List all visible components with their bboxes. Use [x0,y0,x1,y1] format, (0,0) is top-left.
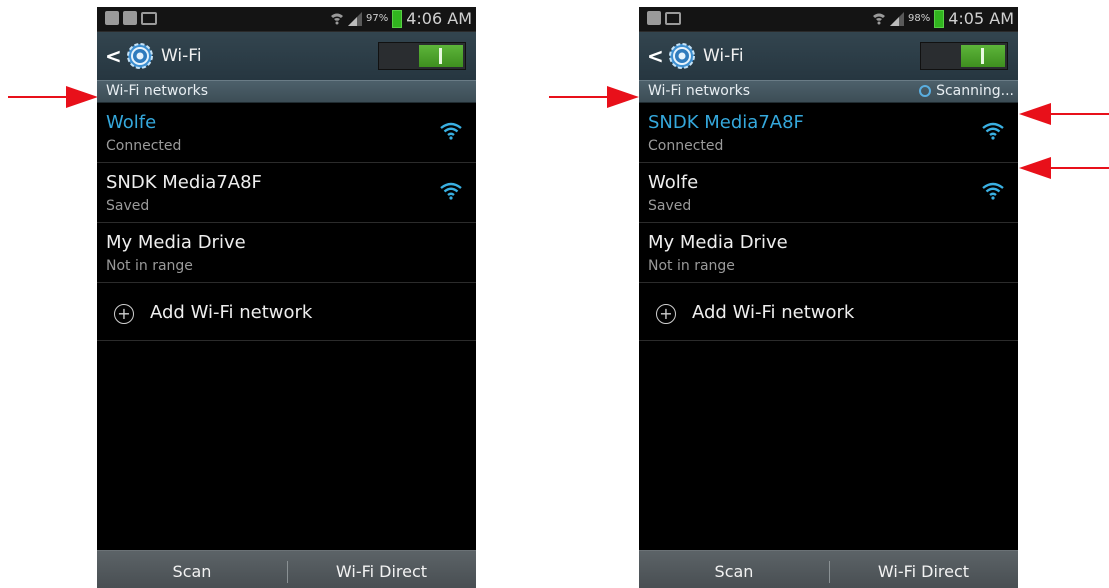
bottom-bar: Scan Wi-Fi Direct [97,550,476,588]
add-network-label: Add Wi-Fi network [692,302,855,323]
status-time: 4:06 AM [406,9,472,28]
battery-percentage: 98% [908,13,931,24]
section-label: Wi-Fi networks [648,83,750,99]
section-header: Wi-Fi networks [97,80,476,103]
back-chevron-icon[interactable]: < [105,44,122,68]
scanning-label: Scanning... [936,83,1014,99]
network-name: SNDK Media7A8F [106,172,262,193]
mail-notification-icon [141,12,157,25]
image-notification-icon [123,11,137,25]
network-name: Wolfe [648,172,699,193]
red-arrow-icon [549,86,639,108]
section-label: Wi-Fi networks [106,83,208,99]
network-item[interactable]: SNDK Media7A8F Saved [97,162,476,223]
bottom-bar: Scan Wi-Fi Direct [639,550,1018,588]
network-item[interactable]: SNDK Media7A8F Connected [639,102,1018,163]
network-name: My Media Drive [106,232,246,253]
wifi-direct-button[interactable]: Wi-Fi Direct [829,551,1018,588]
wifi-toggle[interactable] [920,42,1008,70]
scanning-indicator: Scanning... [919,83,1014,99]
network-name: SNDK Media7A8F [648,112,804,133]
add-circle-icon: + [114,304,134,324]
status-bar: 97% 4:06 AM [97,7,476,32]
settings-gear-icon[interactable] [666,40,698,72]
network-item[interactable]: Wolfe Connected [97,102,476,163]
wifi-status-icon [873,13,885,24]
scan-button[interactable]: Scan [97,551,287,588]
settings-gear-icon[interactable] [124,40,156,72]
scanning-spinner-icon [919,85,932,97]
action-bar: < Wi-Fi [97,32,476,80]
battery-percentage: 97% [366,13,389,24]
notification-icon [105,11,119,25]
wifi-signal-icon [982,122,1004,140]
wifi-signal-icon [982,182,1004,200]
section-header: Wi-Fi networks Scanning... [639,80,1018,103]
network-item[interactable]: My Media Drive Not in range [639,222,1018,283]
network-item[interactable]: Wolfe Saved [639,162,1018,223]
add-circle-icon: + [656,304,676,324]
wifi-status-icon [331,13,343,24]
scan-button[interactable]: Scan [639,551,829,588]
network-status: Saved [648,198,692,214]
wifi-toggle[interactable] [378,42,466,70]
page-title: Wi-Fi [703,46,744,66]
page-title: Wi-Fi [161,46,202,66]
wifi-signal-icon [440,122,462,140]
add-network-row[interactable]: + Add Wi-Fi network [639,282,1018,341]
battery-icon [934,9,945,28]
network-status: Saved [106,198,150,214]
signal-strength-icon [890,11,904,26]
signal-strength-icon [348,11,362,26]
battery-icon [392,9,403,28]
red-arrow-icon [8,86,98,108]
add-network-label: Add Wi-Fi network [150,302,313,323]
phone-screen-right: 98% 4:05 AM < Wi-Fi Wi-Fi networks Scann… [639,7,1018,588]
red-arrow-icon [1019,103,1109,125]
network-name: My Media Drive [648,232,788,253]
action-bar: < Wi-Fi [639,32,1018,80]
wifi-signal-icon [440,182,462,200]
network-name: Wolfe [106,112,157,133]
status-bar: 98% 4:05 AM [639,7,1018,32]
add-network-row[interactable]: + Add Wi-Fi network [97,282,476,341]
status-time: 4:05 AM [948,9,1014,28]
network-item[interactable]: My Media Drive Not in range [97,222,476,283]
red-arrow-icon [1019,157,1109,179]
network-status: Connected [648,138,724,154]
network-status: Not in range [106,258,193,274]
phone-screen-left: 97% 4:06 AM < Wi-Fi Wi-Fi networks Wolfe… [97,7,476,588]
network-status: Not in range [648,258,735,274]
back-chevron-icon[interactable]: < [647,44,664,68]
mail-notification-icon [665,12,681,25]
network-status: Connected [106,138,182,154]
wifi-direct-button[interactable]: Wi-Fi Direct [287,551,476,588]
notification-icon [647,11,661,25]
toggle-knob [961,45,1005,67]
toggle-knob [419,45,463,67]
